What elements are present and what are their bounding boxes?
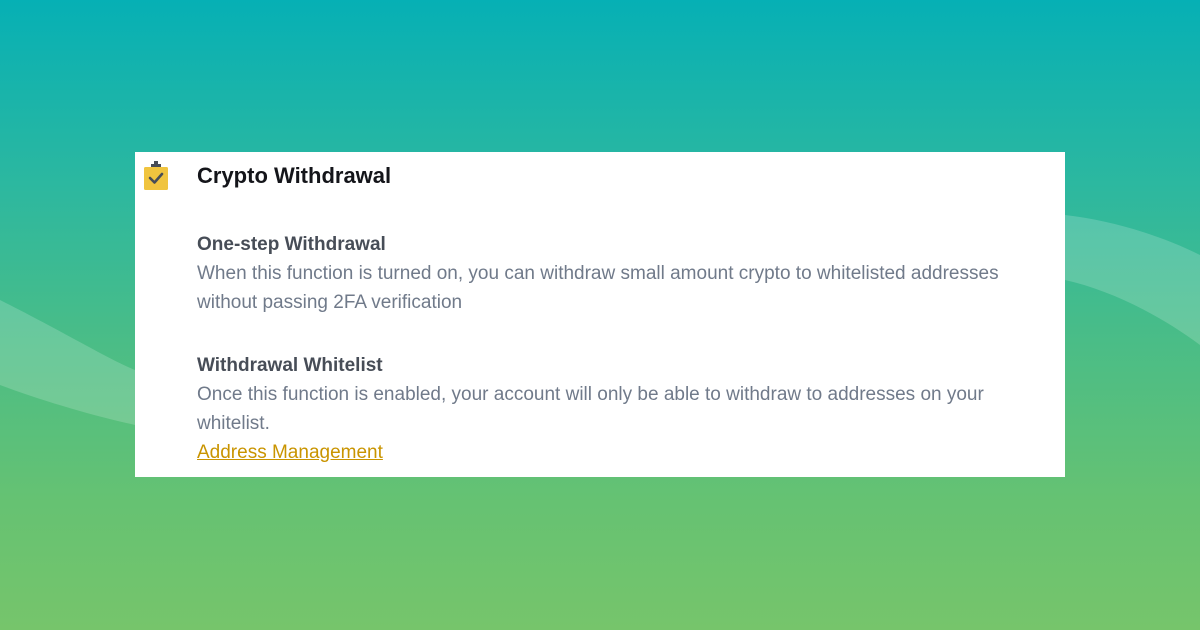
address-management-link[interactable]: Address Management [197, 438, 383, 467]
section-title: Withdrawal Whitelist [197, 355, 383, 376]
one-step-withdrawal-section: One-step Withdrawal When this function i… [197, 230, 1047, 317]
clipboard-check-icon [144, 161, 168, 190]
crypto-withdrawal-card: Crypto Withdrawal One-step Withdrawal Wh… [135, 152, 1065, 477]
section-description: Once this function is enabled, your acco… [197, 384, 984, 434]
card-header: Crypto Withdrawal [135, 152, 1065, 202]
section-description: When this function is turned on, you can… [197, 263, 999, 313]
section-title: One-step Withdrawal [197, 234, 386, 255]
withdrawal-whitelist-section: Withdrawal Whitelist Once this function … [197, 351, 1047, 467]
card-title: Crypto Withdrawal [197, 163, 392, 188]
